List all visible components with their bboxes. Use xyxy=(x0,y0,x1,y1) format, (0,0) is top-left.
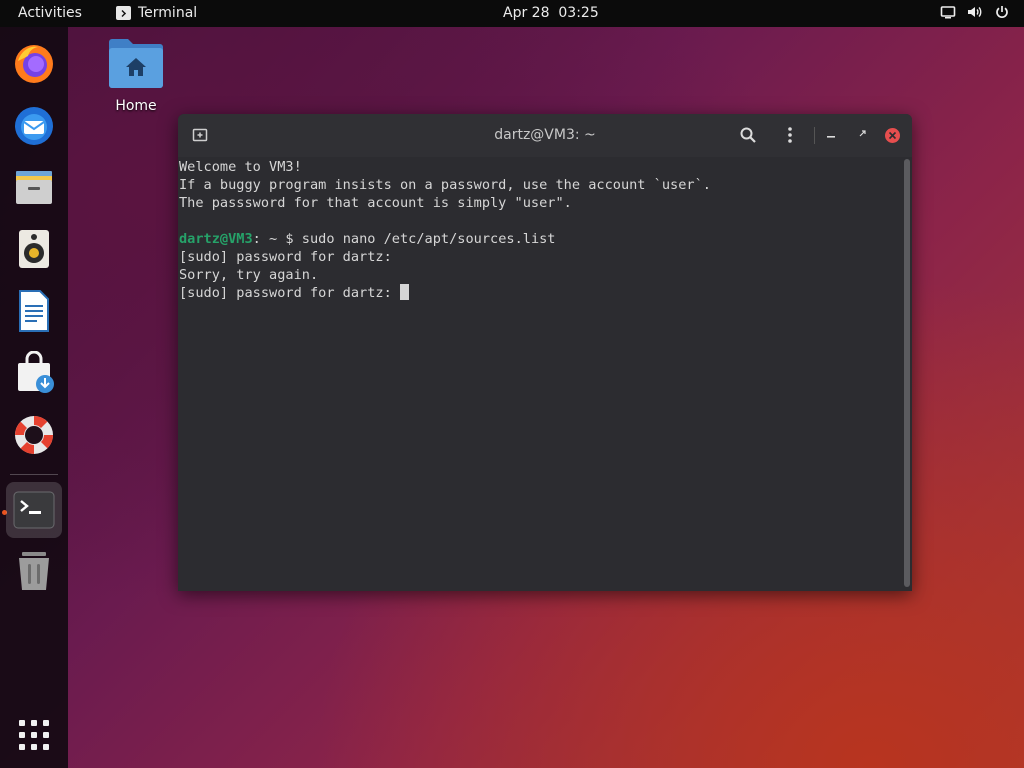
terminal-titlebar[interactable]: dartz@VM3: ~ xyxy=(178,114,912,157)
text-cursor xyxy=(399,284,409,300)
terminal-line: Welcome to VM3! xyxy=(179,159,302,175)
power-icon[interactable] xyxy=(994,4,1010,20)
clock[interactable]: Apr 28 03:25 xyxy=(503,5,599,21)
system-tray[interactable] xyxy=(940,4,1010,20)
clock-date: Apr 28 xyxy=(503,5,550,21)
volume-icon[interactable] xyxy=(966,4,984,20)
libreoffice-writer-icon[interactable] xyxy=(6,283,62,339)
menu-icon[interactable] xyxy=(786,126,794,148)
display-icon[interactable] xyxy=(940,4,956,20)
top-bar: Activities Terminal Apr 28 03:25 xyxy=(0,0,1024,27)
window-title: dartz@VM3: ~ xyxy=(494,127,596,143)
desktop-home-shortcut[interactable]: Home xyxy=(100,36,172,114)
search-icon[interactable] xyxy=(739,126,757,148)
app-menu[interactable]: Terminal xyxy=(116,5,197,21)
terminal-app-icon xyxy=(116,6,131,20)
minimize-icon[interactable] xyxy=(826,127,836,147)
terminal-line: If a buggy program insists on a password… xyxy=(179,177,711,193)
close-icon[interactable] xyxy=(885,128,900,143)
help-icon[interactable] xyxy=(6,407,62,463)
thunderbird-icon[interactable] xyxy=(6,97,62,153)
show-applications-icon[interactable] xyxy=(6,707,62,763)
terminal-prompt-line: dartz@VM3: ~ $ sudo nano /etc/apt/source… xyxy=(179,230,901,248)
dock xyxy=(0,27,68,768)
activities-button[interactable]: Activities xyxy=(18,5,82,21)
firefox-icon[interactable] xyxy=(6,35,62,91)
titlebar-separator xyxy=(814,127,815,144)
terminal-window[interactable]: dartz@VM3: ~ Welcome to VM3! If a buggy … xyxy=(178,114,912,591)
terminal-line: Sorry, try again. xyxy=(179,267,319,283)
desktop-home-label: Home xyxy=(115,98,157,114)
rhythmbox-icon[interactable] xyxy=(6,221,62,277)
prompt-user-host: dartz@VM3 xyxy=(179,231,253,247)
prompt-path: : ~ xyxy=(252,231,278,247)
terminal-scrollbar[interactable] xyxy=(904,159,910,587)
terminal-output[interactable]: Welcome to VM3! If a buggy program insis… xyxy=(179,157,901,591)
terminal-line: The passsword for that account is simply… xyxy=(179,195,572,211)
prompt-command: $ sudo nano /etc/apt/sources.list xyxy=(277,231,556,247)
app-menu-label: Terminal xyxy=(138,5,198,21)
dock-separator xyxy=(10,474,58,475)
password-prompt: [sudo] password for dartz: xyxy=(179,285,400,301)
trash-icon[interactable] xyxy=(6,544,62,600)
terminal-line: [sudo] password for dartz: xyxy=(179,249,392,265)
clock-time: 03:25 xyxy=(558,5,599,21)
files-icon[interactable] xyxy=(6,159,62,215)
terminal-icon[interactable] xyxy=(6,482,62,538)
software-center-icon[interactable] xyxy=(6,345,62,401)
maximize-icon[interactable] xyxy=(858,127,868,147)
home-folder-icon xyxy=(109,39,163,88)
terminal-input-line: [sudo] password for dartz: xyxy=(179,284,901,302)
